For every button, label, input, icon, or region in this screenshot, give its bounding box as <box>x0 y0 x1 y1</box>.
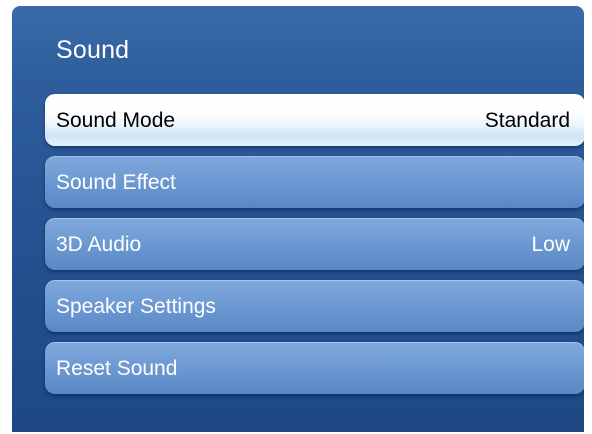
menu-item-value: Standard <box>484 108 570 132</box>
menu-item-label: Reset Sound <box>56 356 178 380</box>
sound-menu-list: Sound Mode Standard Sound Effect 3D Audi… <box>45 94 584 404</box>
menu-item-label: Sound Mode <box>56 108 176 132</box>
sound-menu-panel: Sound Sound Mode Standard Sound Effect 3… <box>12 6 584 432</box>
menu-item-3d-audio[interactable]: 3D Audio Low <box>45 218 584 270</box>
menu-item-label: Sound Effect <box>56 170 176 194</box>
menu-item-value: Low <box>531 232 570 256</box>
panel-title: Sound <box>56 36 130 64</box>
menu-item-sound-mode[interactable]: Sound Mode Standard <box>45 94 584 146</box>
menu-item-reset-sound[interactable]: Reset Sound <box>45 342 584 394</box>
menu-item-label: 3D Audio <box>56 232 142 256</box>
menu-item-sound-effect[interactable]: Sound Effect <box>45 156 584 208</box>
menu-item-speaker-settings[interactable]: Speaker Settings <box>45 280 584 332</box>
menu-item-label: Speaker Settings <box>56 294 216 318</box>
